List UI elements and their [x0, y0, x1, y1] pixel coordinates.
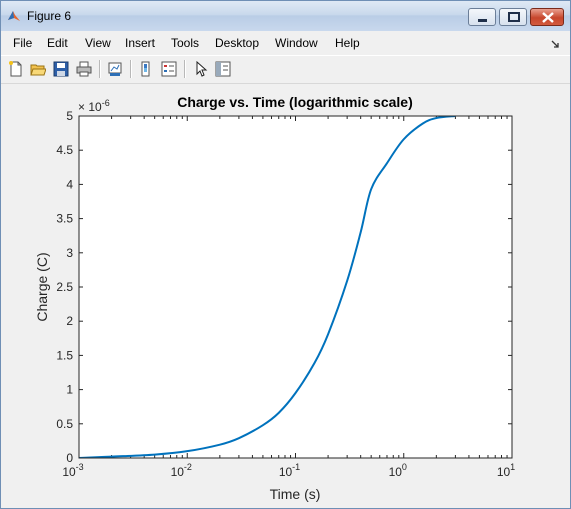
y-tick-label-7: 3.5 — [56, 212, 73, 226]
y-tick-label-2: 1 — [66, 383, 73, 397]
minimize-button[interactable] — [468, 8, 496, 26]
link-plot-icon[interactable] — [107, 61, 123, 77]
menu-tools[interactable]: Tools — [171, 36, 199, 50]
open-file-icon[interactable] — [30, 61, 47, 77]
colorbar-icon[interactable] — [138, 61, 154, 77]
x-tick-label-4: 101 — [497, 462, 515, 479]
matlab-logo-icon — [7, 9, 21, 23]
x-tick-label-1: 10-2 — [171, 462, 192, 479]
toolbar-separator — [99, 60, 101, 78]
x-tick-label-exp-0: -3 — [76, 462, 84, 472]
y-exponent-label: × 10-6 — [78, 98, 110, 114]
close-button[interactable] — [530, 8, 564, 26]
y-tick-label-5: 2.5 — [56, 280, 73, 294]
legend-icon[interactable] — [161, 61, 177, 77]
y-tick-label-6: 3 — [66, 246, 73, 260]
x-axis-label: Time (s) — [270, 486, 321, 502]
y-tick-label-9: 4.5 — [56, 143, 73, 157]
plot-area[interactable]: 00.511.522.533.544.55 10-3 10-2 10-1 100 101… — [6, 85, 566, 505]
x-tick-label-base-3: 10 — [389, 465, 403, 479]
menu-insert[interactable]: Insert — [125, 36, 155, 50]
y-tick-label-1: 0.5 — [56, 417, 73, 431]
figure-canvas: 0 0.5 1 1.5 2 2.5 3 3.5 4 4.5 5 10-3 10-2 10-1 100 101… — [6, 85, 566, 505]
property-editor-icon[interactable] — [215, 61, 231, 77]
y-tick-label-0: 0 — [66, 451, 73, 465]
y-tick-label-10: 5 — [66, 109, 73, 123]
x-tick-labels: 10-3 10-2 10-1 100 101 — [62, 462, 515, 479]
title-bar[interactable]: Figure 6 — [1, 1, 570, 31]
x-tick-label-base-2: 10 — [279, 465, 293, 479]
y-tick-label-8: 4 — [66, 177, 73, 191]
menu-desktop[interactable]: Desktop — [215, 36, 259, 50]
y-tick-label-4: 2 — [66, 314, 73, 328]
x-tick-label-2: 10-1 — [279, 462, 300, 479]
menu-window[interactable]: Window — [275, 36, 318, 50]
menu-help[interactable]: Help — [335, 36, 360, 50]
menu-view[interactable]: View — [85, 36, 111, 50]
maximize-button[interactable] — [499, 8, 527, 26]
menu-overflow-icon[interactable] — [550, 38, 560, 52]
x-tick-label-exp-1: -2 — [184, 462, 192, 472]
x-tick-label-exp-3: 0 — [402, 462, 407, 472]
save-icon[interactable] — [53, 61, 69, 77]
x-tick-label-exp-2: -1 — [292, 462, 300, 472]
x-tick-label-base-4: 10 — [497, 465, 511, 479]
window-title: Figure 6 — [27, 9, 72, 23]
toolbar — [1, 55, 570, 84]
x-tick-label-3: 100 — [389, 462, 407, 479]
print-icon[interactable] — [76, 61, 92, 77]
menu-edit[interactable]: Edit — [47, 36, 68, 50]
menu-bar: File Edit View Insert Tools Desktop Wind… — [1, 32, 570, 54]
toolbar-separator — [184, 60, 186, 78]
x-tick-label-0: 10-3 — [62, 462, 83, 479]
new-figure-icon[interactable] — [8, 61, 24, 77]
chart-title: Charge vs. Time (logarithmic scale) — [177, 94, 413, 110]
axes-background — [79, 116, 512, 458]
y-tick-labels: 0 0.5 1 1.5 2 2.5 3 3.5 4 4.5 5 — [56, 109, 73, 465]
menu-file[interactable]: File — [13, 36, 32, 50]
toolbar-separator — [130, 60, 132, 78]
figure-window: Figure 6 File Edit View Insert Tools Des… — [0, 0, 571, 509]
pointer-icon[interactable] — [193, 60, 209, 77]
y-tick-label-3: 1.5 — [56, 348, 73, 362]
x-tick-label-exp-4: 1 — [510, 462, 515, 472]
y-axis-label: Charge (C) — [34, 252, 50, 321]
x-tick-label-base-1: 10 — [171, 465, 185, 479]
x-tick-label-base-0: 10 — [62, 465, 76, 479]
